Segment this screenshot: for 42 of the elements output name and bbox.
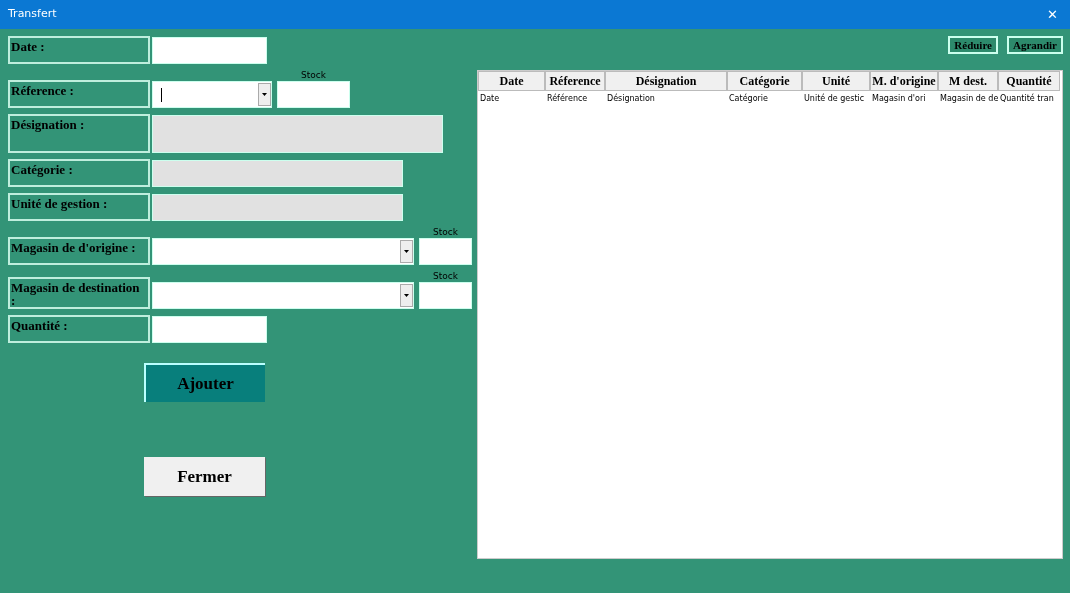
stock-label: Stock bbox=[433, 271, 458, 281]
column-header[interactable]: Unité bbox=[802, 71, 870, 91]
field-label: Unité de gestion : bbox=[8, 193, 150, 221]
field-label: Magasin de destination : bbox=[8, 277, 150, 309]
column-header[interactable]: Désignation bbox=[605, 71, 727, 91]
table-cell-text: Magasin de de bbox=[939, 93, 998, 105]
table-cell-text: Référence bbox=[546, 92, 589, 105]
add-button[interactable]: Ajouter bbox=[144, 363, 265, 402]
table-cell-text: Désignation bbox=[606, 92, 656, 105]
column-header[interactable]: M dest. bbox=[938, 71, 998, 91]
table-cell-text: Date bbox=[479, 93, 501, 105]
table-cell-text: Unité de gestic bbox=[803, 92, 866, 105]
stock-field[interactable] bbox=[419, 282, 472, 309]
field-label: Quantité : bbox=[8, 315, 150, 343]
shrink-button[interactable]: Réduire bbox=[948, 36, 998, 54]
column-header[interactable]: Réference bbox=[545, 71, 605, 91]
enlarge-button[interactable]: Agrandir bbox=[1007, 36, 1063, 54]
close-button[interactable]: Fermer bbox=[144, 457, 265, 496]
input-field[interactable] bbox=[152, 316, 267, 343]
dropdown-field[interactable] bbox=[152, 238, 414, 265]
field-label: Réference : bbox=[8, 80, 150, 108]
text-cursor bbox=[161, 87, 162, 102]
window-title: Transfert bbox=[8, 6, 57, 23]
field-label: Catégorie : bbox=[8, 159, 150, 187]
stock-label: Stock bbox=[301, 70, 326, 80]
stock-label: Stock bbox=[433, 227, 458, 237]
field-label: Date : bbox=[8, 36, 150, 64]
stock-field[interactable] bbox=[419, 238, 472, 265]
column-header[interactable]: Date bbox=[478, 71, 545, 91]
stock-field[interactable] bbox=[277, 81, 350, 108]
column-header[interactable]: M. d'origine bbox=[870, 71, 938, 91]
dropdown-field[interactable] bbox=[152, 81, 272, 108]
table-cell-text: Catégorie bbox=[728, 92, 769, 105]
column-header[interactable]: Catégorie bbox=[727, 71, 802, 91]
table-cell-text: Magasin d'ori bbox=[871, 93, 927, 105]
field-label: Magasin de d'origine : bbox=[8, 237, 150, 265]
table-cell-text: Quantité tran bbox=[999, 92, 1055, 105]
column-header[interactable]: Quantité bbox=[998, 71, 1060, 91]
input-field[interactable] bbox=[152, 37, 267, 64]
field-label: Désignation : bbox=[8, 114, 150, 153]
dropdown-field[interactable] bbox=[152, 282, 414, 309]
close-button[interactable]: ✕ bbox=[1043, 4, 1062, 25]
